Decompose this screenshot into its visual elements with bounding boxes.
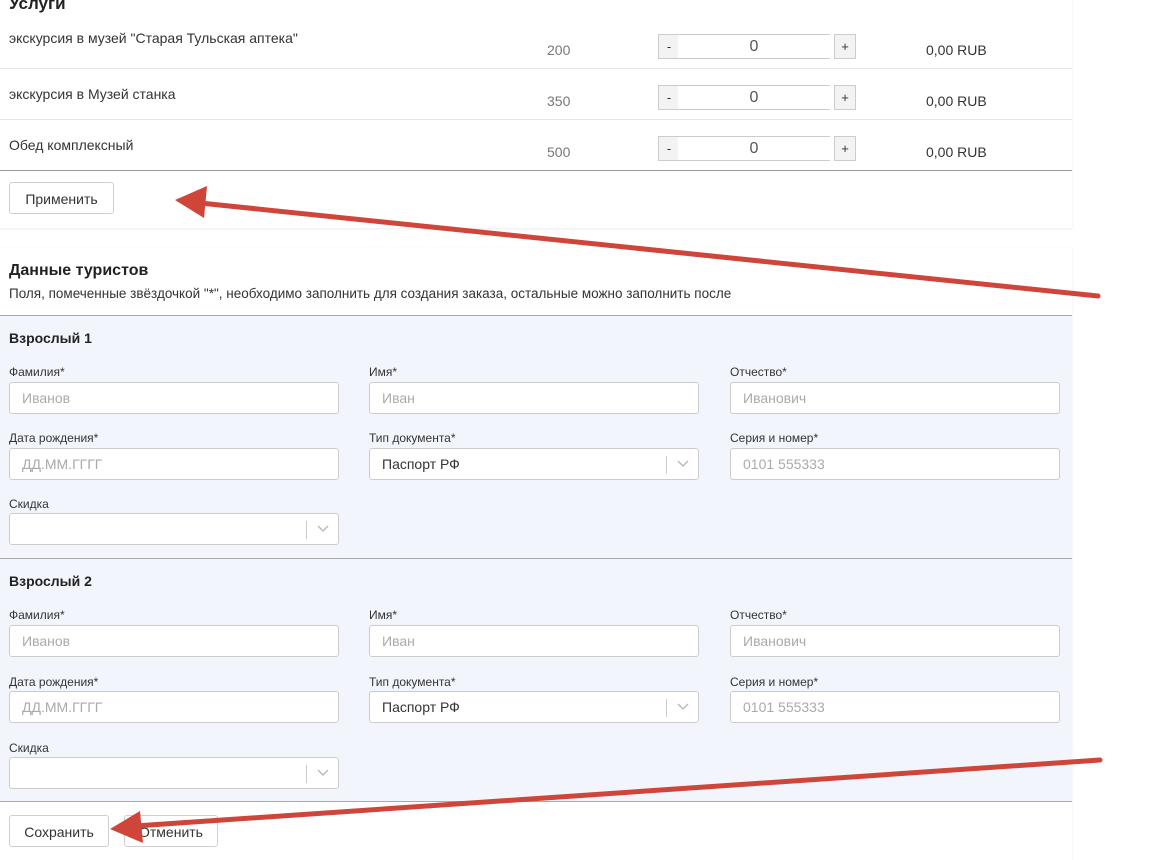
select-separator bbox=[666, 456, 667, 474]
quantity-stepper: - 0 + bbox=[658, 85, 856, 110]
first-name-label: Имя* bbox=[369, 365, 398, 379]
first-name-input[interactable]: Иван bbox=[369, 382, 699, 414]
service-total: 0,00 RUB bbox=[926, 93, 987, 109]
birth-date-label: Дата рождения* bbox=[9, 675, 99, 689]
required-fields-note: Поля, помеченные звёздочкой "*", необход… bbox=[9, 286, 732, 301]
service-name: экскурсия в музей "Старая Тульская аптек… bbox=[9, 30, 298, 46]
chevron-down-icon bbox=[677, 703, 689, 711]
document-type-select[interactable]: Паспорт РФ bbox=[369, 448, 699, 480]
adult-title: Взрослый 2 bbox=[9, 573, 92, 589]
divider bbox=[0, 801, 1072, 802]
cancel-button[interactable]: Отменить bbox=[124, 815, 218, 847]
last-name-label: Фамилия* bbox=[9, 365, 65, 379]
document-type-select[interactable]: Паспорт РФ bbox=[369, 691, 699, 723]
service-total: 0,00 RUB bbox=[926, 144, 987, 160]
select-separator bbox=[666, 699, 667, 717]
services-panel: Услуги экскурсия в музей "Старая Тульска… bbox=[0, 0, 1072, 228]
tourists-title: Данные туристов bbox=[9, 262, 149, 279]
document-number-input[interactable]: 0101 555333 bbox=[730, 448, 1060, 480]
chevron-down-icon bbox=[317, 769, 329, 777]
adult-1-block: Взрослый 1 Фамилия* Иванов Имя* Иван Отч… bbox=[0, 315, 1072, 558]
middle-name-label: Отчество* bbox=[730, 365, 787, 379]
service-price: 200 bbox=[547, 42, 571, 58]
increase-button[interactable]: + bbox=[834, 136, 856, 161]
chevron-down-icon bbox=[317, 525, 329, 533]
discount-select[interactable] bbox=[9, 757, 339, 789]
discount-select[interactable] bbox=[9, 513, 339, 545]
save-button[interactable]: Сохранить bbox=[9, 815, 109, 847]
service-total: 0,00 RUB bbox=[926, 42, 987, 58]
middle-name-input[interactable]: Иванович bbox=[730, 382, 1060, 414]
birth-date-input[interactable]: ДД.ММ.ГГГГ bbox=[9, 691, 339, 723]
select-separator bbox=[306, 765, 307, 783]
document-number-input[interactable]: 0101 555333 bbox=[730, 691, 1060, 723]
service-name: Обед комплексный bbox=[9, 137, 134, 153]
service-row: Обед комплексный 500 - 0 + 0,00 RUB bbox=[0, 119, 1072, 171]
middle-name-input[interactable]: Иванович bbox=[730, 625, 1060, 657]
quantity-input[interactable]: 0 bbox=[678, 136, 830, 161]
document-type-label: Тип документа* bbox=[369, 675, 456, 689]
decrease-button[interactable]: - bbox=[658, 136, 680, 161]
select-separator bbox=[306, 521, 307, 539]
quantity-input[interactable]: 0 bbox=[678, 34, 830, 59]
quantity-stepper: - 0 + bbox=[658, 34, 856, 59]
adult-2-block: Взрослый 2 Фамилия* Иванов Имя* Иван Отч… bbox=[0, 558, 1072, 802]
service-row: экскурсия в Музей станка 350 - 0 + 0,00 … bbox=[0, 68, 1072, 120]
last-name-input[interactable]: Иванов bbox=[9, 625, 339, 657]
increase-button[interactable]: + bbox=[834, 85, 856, 110]
birth-date-input[interactable]: ДД.ММ.ГГГГ bbox=[9, 448, 339, 480]
decrease-button[interactable]: - bbox=[658, 85, 680, 110]
first-name-input[interactable]: Иван bbox=[369, 625, 699, 657]
quantity-input[interactable]: 0 bbox=[678, 85, 830, 110]
tourists-panel: Данные туристов Поля, помеченные звёздоч… bbox=[0, 248, 1072, 860]
apply-button[interactable]: Применить bbox=[9, 182, 114, 214]
first-name-label: Имя* bbox=[369, 608, 398, 622]
services-title: Услуги bbox=[9, 0, 66, 13]
document-type-value: Паспорт РФ bbox=[382, 699, 460, 715]
document-type-value: Паспорт РФ bbox=[382, 456, 460, 472]
increase-button[interactable]: + bbox=[834, 34, 856, 59]
service-row: экскурсия в музей "Старая Тульская аптек… bbox=[0, 17, 1072, 69]
discount-label: Скидка bbox=[9, 497, 49, 511]
service-name: экскурсия в Музей станка bbox=[9, 86, 176, 102]
last-name-input[interactable]: Иванов bbox=[9, 382, 339, 414]
discount-label: Скидка bbox=[9, 741, 49, 755]
adult-title: Взрослый 1 bbox=[9, 330, 92, 346]
document-type-label: Тип документа* bbox=[369, 431, 456, 445]
last-name-label: Фамилия* bbox=[9, 608, 65, 622]
service-price: 350 bbox=[547, 93, 571, 109]
decrease-button[interactable]: - bbox=[658, 34, 680, 59]
service-price: 500 bbox=[547, 144, 571, 160]
document-number-label: Серия и номер* bbox=[730, 431, 819, 445]
middle-name-label: Отчество* bbox=[730, 608, 787, 622]
document-number-label: Серия и номер* bbox=[730, 675, 819, 689]
chevron-down-icon bbox=[677, 460, 689, 468]
quantity-stepper: - 0 + bbox=[658, 136, 856, 161]
birth-date-label: Дата рождения* bbox=[9, 431, 99, 445]
